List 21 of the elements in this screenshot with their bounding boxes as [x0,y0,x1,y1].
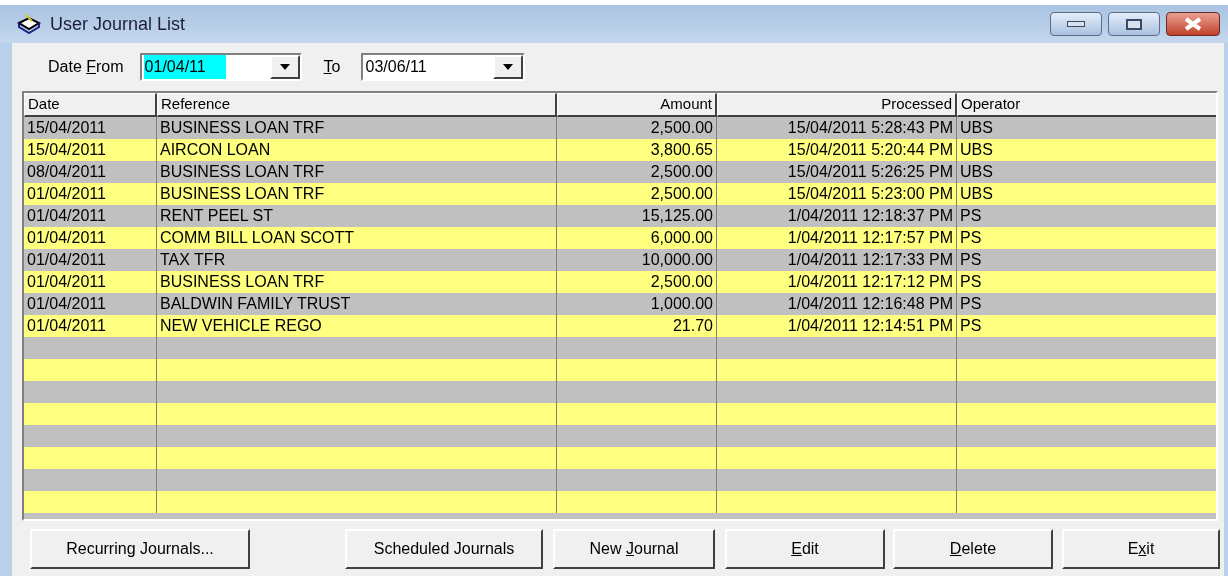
notepad-icon [16,14,42,34]
minimize-button[interactable] [1050,12,1102,36]
date-to-field[interactable]: 03/06/11 [360,53,525,81]
close-button[interactable] [1166,12,1220,36]
caret-icon [279,64,290,70]
dropdown-button[interactable] [492,55,523,79]
date-from-label: Date From [48,57,124,77]
action-button[interactable]: New Journal [553,528,715,569]
action-button[interactable]: Edit [725,528,885,569]
date-value: 03/06/11 [364,57,428,77]
date-from-field[interactable]: 01/04/11 [139,53,302,81]
dropdown-button[interactable] [269,55,300,79]
close-icon [1183,17,1203,31]
date-to-label: To [323,57,341,77]
window-title: User Journal List [50,12,186,36]
action-button[interactable]: Exit [1062,528,1220,569]
action-button[interactable]: Recurring Journals... [30,528,250,569]
caret-icon [502,64,513,70]
maximize-button[interactable] [1108,12,1160,36]
action-button[interactable]: Delete [893,528,1053,569]
action-button[interactable]: Scheduled Journals [345,528,543,569]
